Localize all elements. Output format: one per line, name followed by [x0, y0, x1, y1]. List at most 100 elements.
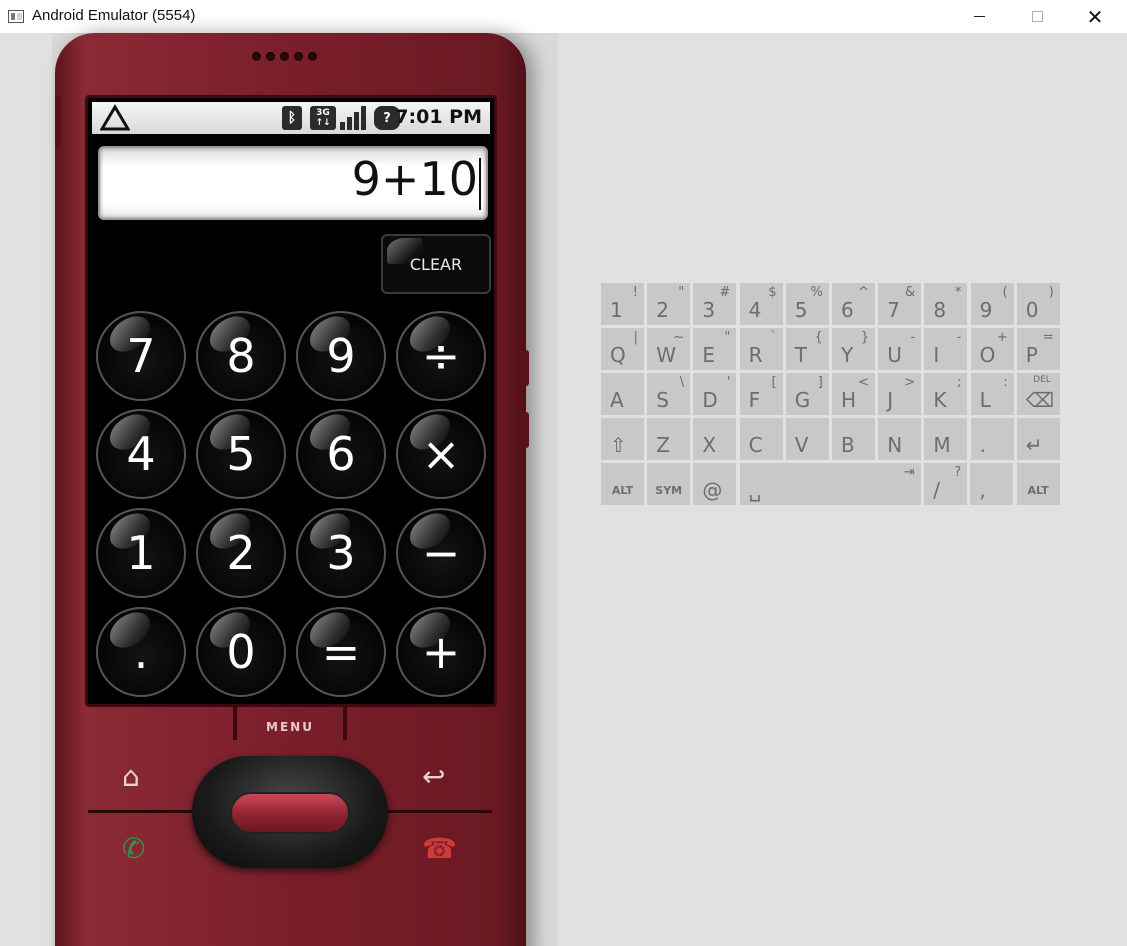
kbd-key-w-1-1[interactable]: W ~ — [647, 328, 691, 370]
key-7[interactable]: 7 — [96, 311, 186, 401]
kbd-key-sym-3-8[interactable]: . — [970, 418, 1014, 460]
kbd-key-label: 6 — [841, 298, 854, 322]
volume-key[interactable] — [521, 350, 529, 386]
kbd-key-c-3-3[interactable]: C — [739, 418, 783, 460]
kbd-key-label: M — [933, 433, 951, 457]
key-1[interactable]: 1 — [96, 508, 186, 598]
clear-button[interactable]: CLEAR — [381, 234, 491, 294]
key-4[interactable]: 4 — [96, 409, 186, 499]
kbd-key-n-3-6[interactable]: N — [878, 418, 922, 460]
kbd-key-sym-4-5[interactable]: , — [970, 463, 1014, 505]
kbd-key-l-2-8[interactable]: L: — [970, 373, 1014, 415]
kbd-key-j-2-6[interactable]: J > — [878, 373, 922, 415]
kbd-key-h-2-5[interactable]: H < — [832, 373, 875, 415]
home-button[interactable]: ⌂ — [122, 760, 140, 793]
kbd-key-alt-4-6[interactable]: ALT — [1016, 463, 1060, 505]
trackball-dpad[interactable] — [192, 756, 388, 868]
kbd-key-label: ␣ — [748, 478, 762, 502]
kbd-key-alt-4-0[interactable]: ALT — [601, 463, 644, 505]
call-button[interactable]: ✆ — [122, 832, 145, 865]
kbd-key-x-3-2[interactable]: X — [693, 418, 737, 460]
kbd-key-label: , — [979, 478, 986, 502]
kbd-key-label: U — [887, 343, 902, 367]
kbd-key-y-1-5[interactable]: Y} — [832, 328, 875, 370]
kbd-key-s-2-1[interactable]: S \ — [647, 373, 691, 415]
kbd-key-sym-4-4[interactable]: /? — [924, 463, 968, 505]
key-decimal[interactable]: . — [96, 607, 186, 697]
window-titlebar: Android Emulator (5554) ✕ — [0, 0, 1127, 33]
kbd-key-d-2-2[interactable]: D ' — [693, 373, 737, 415]
kbd-key-sym-4-1[interactable]: SYM — [647, 463, 691, 505]
key-2[interactable]: 2 — [196, 508, 286, 598]
kbd-key-alt-label: ? — [954, 465, 962, 480]
kbd-key-sym-4-3[interactable]: ␣ ⇥ — [739, 463, 921, 505]
kbd-key-5-0-4[interactable]: 5% — [785, 283, 829, 325]
kbd-key-sym-3-9[interactable]: ↵ — [1016, 418, 1060, 460]
kbd-key-alt-label: : — [1003, 375, 1008, 390]
clear-label: CLEAR — [409, 254, 463, 274]
kbd-key-g-2-4[interactable]: G] — [785, 373, 829, 415]
key-9[interactable]: 9 — [296, 311, 386, 401]
kbd-key-label: Z — [656, 433, 670, 457]
kbd-key-1-0-0[interactable]: 1! — [601, 283, 644, 325]
kbd-key-r-1-3[interactable]: R ` — [739, 328, 783, 370]
key-0[interactable]: 0 — [196, 607, 286, 697]
kbd-key-t-1-4[interactable]: T{ — [785, 328, 829, 370]
calculator-display[interactable]: 9+10 — [98, 146, 488, 220]
3g-icon: 3G ↑↓ — [310, 106, 336, 130]
minimize-button[interactable] — [950, 0, 1008, 33]
end-call-button[interactable]: ☎ — [422, 832, 457, 865]
kbd-key-sym-4-2[interactable]: @ — [693, 463, 737, 505]
window-title: Android Emulator (5554) — [32, 7, 196, 24]
kbd-key-alt-label: DEL — [1033, 375, 1051, 385]
kbd-key-b-3-5[interactable]: B — [832, 418, 875, 460]
key-equals[interactable]: = — [296, 607, 386, 697]
left-side-key[interactable] — [55, 95, 61, 147]
key-multiply[interactable]: × — [396, 409, 486, 499]
key-divide[interactable]: ÷ — [396, 311, 486, 401]
kbd-key-7-0-6[interactable]: 7 & — [878, 283, 922, 325]
kbd-key-p-1-9[interactable]: P = — [1016, 328, 1060, 370]
close-icon: ✕ — [1086, 4, 1104, 29]
kbd-key-label: ALT — [1027, 484, 1049, 497]
kbd-key-e-1-2[interactable]: E " — [693, 328, 737, 370]
kbd-key-u-1-6[interactable]: U- — [878, 328, 922, 370]
key-3[interactable]: 3 — [296, 508, 386, 598]
key-5[interactable]: 5 — [196, 409, 286, 499]
key-8[interactable]: 8 — [196, 311, 286, 401]
kbd-key-m-3-7[interactable]: M — [924, 418, 968, 460]
kbd-key-2-0-1[interactable]: 2 " — [647, 283, 691, 325]
kbd-key-label: X — [702, 433, 717, 457]
kbd-key-z-3-1[interactable]: Z — [647, 418, 691, 460]
kbd-key-0-0-9[interactable]: 0) — [1016, 283, 1060, 325]
kbd-key-v-3-4[interactable]: V — [785, 418, 829, 460]
kbd-key-6-0-5[interactable]: 6 ^ — [832, 283, 875, 325]
kbd-key-sym-2-9[interactable]: ⌫ DEL — [1016, 373, 1060, 415]
kbd-key-alt-label: > — [904, 375, 916, 390]
maximize-button[interactable] — [1008, 0, 1066, 33]
key-6[interactable]: 6 — [296, 409, 386, 499]
dpad-center-button[interactable] — [230, 792, 350, 834]
kbd-key-8-0-7[interactable]: 8 * — [924, 283, 968, 325]
kbd-key-sym-3-0[interactable]: ⇧ — [601, 418, 644, 460]
kbd-key-9-0-8[interactable]: 9( — [970, 283, 1014, 325]
back-button[interactable]: ↩ — [422, 760, 445, 793]
kbd-key-a-2-0[interactable]: A — [601, 373, 644, 415]
kbd-key-f-2-3[interactable]: F[ — [739, 373, 783, 415]
menu-button[interactable]: MENU — [233, 706, 347, 740]
kbd-key-q-1-0[interactable]: Q | — [601, 328, 644, 370]
key-minus[interactable]: − — [396, 508, 486, 598]
kbd-key-o-1-8[interactable]: O + — [970, 328, 1014, 370]
kbd-key-k-2-7[interactable]: K; — [924, 373, 968, 415]
kbd-key-label: SYM — [655, 484, 683, 497]
kbd-key-alt-label: | — [633, 330, 638, 345]
kbd-key-3-0-2[interactable]: 3 # — [693, 283, 737, 325]
key-plus[interactable]: + — [396, 607, 486, 697]
close-button[interactable]: ✕ — [1066, 0, 1124, 33]
kbd-key-label: W — [656, 343, 676, 367]
kbd-key-i-1-7[interactable]: I- — [924, 328, 968, 370]
camera-key[interactable] — [521, 412, 529, 448]
kbd-key-4-0-3[interactable]: 4 $ — [739, 283, 783, 325]
kbd-key-label: R — [748, 343, 763, 367]
kbd-key-label: . — [979, 433, 986, 457]
